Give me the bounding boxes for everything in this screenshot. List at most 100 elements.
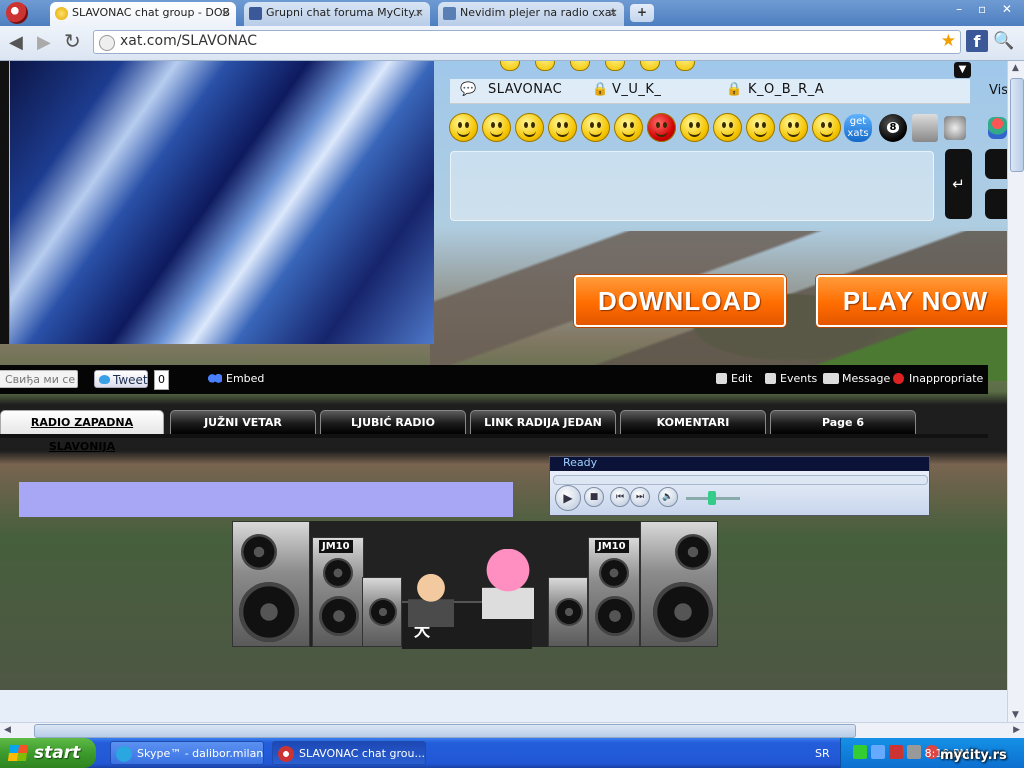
facebook-like-button[interactable]: Свиђа ми се	[0, 370, 78, 388]
lock-icon: 🔒	[726, 82, 743, 97]
blush-icon[interactable]	[713, 113, 742, 142]
play-button[interactable]: ▶	[555, 485, 581, 511]
embed-link[interactable]: Embed	[226, 372, 264, 385]
taskbar-item-label: Skype™ - dalibor.milana	[137, 747, 264, 760]
chat-tab-kobra[interactable]: K_O_B_R_A	[748, 82, 824, 97]
send-button[interactable]: ↵	[945, 149, 972, 219]
search-extension-icon[interactable]: 🔍	[993, 31, 1014, 51]
chat-side-button[interactable]	[985, 189, 1007, 219]
users-icon[interactable]	[988, 117, 1007, 139]
dj-character-left	[408, 571, 454, 627]
close-tab-icon[interactable]: ×	[609, 6, 618, 19]
reload-icon[interactable]: ↻	[64, 29, 81, 53]
cool-icon[interactable]	[614, 113, 643, 142]
tab-mycity-forum[interactable]: Grupni chat foruma MyCity.r ×	[244, 2, 430, 26]
close-tab-icon[interactable]: ×	[415, 6, 424, 19]
smiley-icon[interactable]	[640, 61, 660, 71]
events-link[interactable]: Events	[780, 372, 817, 385]
video-player[interactable]	[10, 61, 434, 344]
page-footer-area	[0, 690, 1007, 722]
chat-tab-slavonac[interactable]: SLAVONAC	[488, 82, 562, 97]
forward-arrow-icon[interactable]: ▶	[37, 32, 51, 53]
content-icon[interactable]	[812, 113, 841, 142]
surprised-icon[interactable]	[548, 113, 577, 142]
new-tab-button[interactable]: +	[630, 4, 654, 22]
dj-character-right	[482, 549, 534, 619]
address-bar[interactable]: xat.com/SLAVONAC ★	[93, 30, 961, 54]
tab-ljubic-radio[interactable]: LJUBIĆ RADIO	[320, 410, 466, 434]
back-arrow-icon[interactable]: ◀	[9, 32, 23, 53]
mute-button[interactable]: 🔈	[658, 487, 678, 507]
scroll-down-icon[interactable]: ▼	[1012, 710, 1019, 720]
eight-ball-icon[interactable]: 8	[879, 114, 907, 142]
tab-nevidim-plejer[interactable]: Nevidim plejer na radio cxat ×	[438, 2, 624, 26]
confused-icon[interactable]	[680, 113, 709, 142]
horizontal-scrollbar[interactable]: ◀ ▶	[0, 722, 1024, 738]
sad-icon[interactable]	[746, 113, 775, 142]
tab-page-6[interactable]: Page 6	[770, 410, 916, 434]
bookmark-star-icon[interactable]: ★	[941, 31, 956, 51]
seek-bar[interactable]	[553, 475, 928, 485]
get-xats-button[interactable]: get xats	[844, 114, 872, 142]
language-indicator[interactable]: SR	[815, 747, 830, 760]
tongue-icon[interactable]	[581, 113, 610, 142]
taskbar-item-browser[interactable]: SLAVONAC chat grou...	[272, 741, 426, 765]
smiley-icon[interactable]	[605, 61, 625, 71]
smile-icon[interactable]	[449, 113, 478, 142]
start-button[interactable]: start	[0, 738, 96, 768]
scroll-left-icon[interactable]: ◀	[4, 725, 11, 735]
wink-icon[interactable]	[515, 113, 544, 142]
angry-icon[interactable]	[647, 113, 676, 142]
visitors-tab[interactable]: Vis	[989, 83, 1007, 98]
browser-icon	[278, 746, 294, 762]
previous-button[interactable]: ⏮	[610, 487, 630, 507]
edit-link[interactable]: Edit	[731, 372, 752, 385]
tray-network-icon[interactable]	[871, 745, 885, 759]
tweet-button[interactable]: Tweet	[94, 370, 148, 388]
facebook-extension-icon[interactable]: f	[966, 30, 988, 52]
scroll-right-icon[interactable]: ▶	[1013, 725, 1020, 735]
message-link[interactable]: Message	[842, 372, 890, 385]
tab-radio-zapadna-slavonija[interactable]: RADIO ZAPADNA SLAVONIJA	[0, 410, 164, 453]
smiley-icon[interactable]	[570, 61, 590, 71]
horizontal-scroll-thumb[interactable]	[34, 724, 856, 738]
browser-logo-icon[interactable]	[6, 2, 28, 24]
embedded-player-bar[interactable]	[19, 482, 513, 517]
chevron-down-icon[interactable]: ▼	[954, 62, 971, 78]
radio-tabs: RADIO ZAPADNA SLAVONIJA JUŽNI VETAR LJUB…	[0, 406, 988, 453]
inappropriate-link[interactable]: Inappropriate	[909, 372, 983, 385]
sound-icon[interactable]	[944, 116, 966, 140]
tray-volume-icon[interactable]	[907, 745, 921, 759]
tab-link-radija-jedan[interactable]: LINK RADIJA JEDAN	[470, 410, 616, 434]
smiley-icon[interactable]	[675, 61, 695, 71]
stop-button[interactable]: ■	[584, 487, 604, 507]
volume-knob[interactable]	[708, 491, 716, 505]
grin-icon[interactable]	[482, 113, 511, 142]
tray-security-icon[interactable]	[889, 745, 903, 759]
tray-shield-icon[interactable]	[853, 745, 867, 759]
chat-tab-vuk[interactable]: V_U_K_	[612, 82, 661, 97]
window-controls[interactable]: – ▫ ✕	[956, 2, 1018, 16]
speaker-small-left-icon	[362, 577, 402, 647]
chat-message-input[interactable]	[450, 151, 934, 221]
tab-komentari[interactable]: KOMENTARI	[620, 410, 766, 434]
edit-icon	[716, 373, 727, 384]
taskbar-item-skype[interactable]: Skype™ - dalibor.milana	[110, 741, 264, 765]
download-button[interactable]: DOWNLOAD	[574, 275, 786, 327]
tab-juzni-vetar[interactable]: JUŽNI VETAR	[170, 410, 316, 434]
smiley-row-top	[450, 61, 970, 75]
crying-icon[interactable]	[779, 113, 808, 142]
next-button[interactable]: ⏭	[630, 487, 650, 507]
computer-icon[interactable]	[912, 114, 938, 142]
smiley-icon[interactable]	[535, 61, 555, 71]
play-now-button[interactable]: PLAY NOW	[816, 275, 1007, 327]
tab-slavonac-chat[interactable]: SLAVONAC chat group - DOB ×	[50, 2, 236, 26]
smiley-icon[interactable]	[500, 61, 520, 71]
address-url[interactable]: xat.com/SLAVONAC	[120, 33, 257, 49]
chat-tabs: 💬 SLAVONAC 🔒 V_U_K_ 🔒 K_O_B_R_A	[450, 79, 970, 104]
scroll-up-icon[interactable]: ▲	[1012, 63, 1019, 73]
vertical-scrollbar[interactable]: ▲ ▼	[1007, 61, 1024, 722]
chat-side-button[interactable]	[985, 149, 1007, 179]
vertical-scroll-thumb[interactable]	[1010, 78, 1024, 172]
close-tab-icon[interactable]: ×	[221, 6, 230, 19]
